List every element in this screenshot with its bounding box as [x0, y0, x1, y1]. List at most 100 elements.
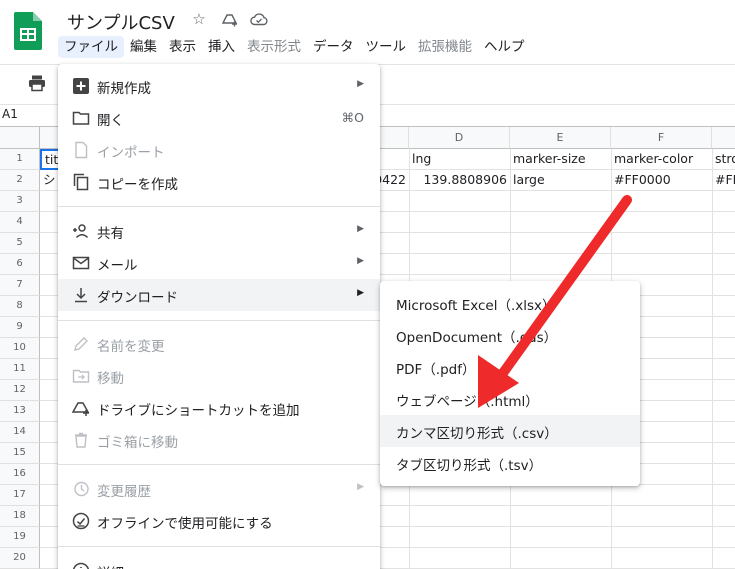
menu-item-open[interactable]: 開く ⌘O: [58, 102, 380, 134]
row-header[interactable]: 18: [0, 506, 40, 527]
menu-item-add-shortcut[interactable]: ドライブにショートカットを追加: [58, 392, 380, 424]
cell-d2[interactable]: 139.8808906: [409, 170, 510, 191]
menu-item-label: オフラインで使用可能にする: [97, 516, 273, 532]
history-icon: [74, 481, 89, 497]
menu-item-move[interactable]: 移動: [58, 360, 380, 392]
download-tsv[interactable]: タブ区切り形式（.tsv）: [380, 447, 640, 479]
row-header[interactable]: 19: [0, 527, 40, 548]
menu-item-offline[interactable]: オフラインで使用可能にする: [58, 505, 380, 537]
row-header[interactable]: 17: [0, 485, 40, 506]
column-header-e[interactable]: E: [510, 127, 611, 149]
drive-shortcut-icon: [72, 402, 90, 416]
document-title[interactable]: サンプルCSV: [67, 9, 175, 35]
menu-tools[interactable]: ツール: [360, 36, 413, 58]
submenu-arrow-icon: ▶: [357, 288, 364, 298]
row-header[interactable]: 1: [0, 149, 40, 170]
menu-item-label: メール: [97, 258, 138, 274]
menu-item-label: 開く: [97, 113, 124, 129]
info-icon: [72, 562, 90, 569]
name-box[interactable]: A1: [2, 107, 18, 121]
row-header[interactable]: 16: [0, 464, 40, 485]
menu-item-rename[interactable]: 名前を変更: [58, 328, 380, 360]
rename-icon: [74, 337, 88, 351]
menu-item-label: 新規作成: [97, 81, 151, 97]
menu-data[interactable]: データ: [307, 36, 360, 58]
download-ods[interactable]: OpenDocument（.ods）: [380, 319, 640, 351]
submenu-arrow-icon: ▶: [357, 256, 364, 266]
move-to-drive-icon[interactable]: [220, 10, 238, 28]
menu-item-download[interactable]: ダウンロード ▶: [58, 279, 380, 311]
cell-d1[interactable]: lng: [409, 149, 510, 170]
download-html[interactable]: ウェブページ（.html）: [380, 383, 640, 415]
offline-icon: [72, 512, 90, 530]
menu-file[interactable]: ファイル: [58, 36, 124, 58]
row-header[interactable]: 12: [0, 380, 40, 401]
row-header[interactable]: 9: [0, 317, 40, 338]
column-header-d[interactable]: D: [409, 127, 510, 149]
row-header[interactable]: 10: [0, 338, 40, 359]
menu-item-label: ダウンロード: [97, 290, 178, 306]
person-add-icon: [73, 224, 89, 239]
menu-bar: ファイル 編集 表示 挿入 表示形式 データ ツール 拡張機能 ヘルプ: [58, 36, 531, 58]
download-csv[interactable]: カンマ区切り形式（.csv）: [380, 415, 640, 447]
row-header[interactable]: 4: [0, 212, 40, 233]
submenu-arrow-icon: ▶: [357, 482, 364, 492]
row-header[interactable]: 11: [0, 359, 40, 380]
submenu-arrow-icon: ▶: [357, 79, 364, 89]
menu-item-label: 共有: [97, 226, 124, 242]
star-icon[interactable]: ☆: [190, 10, 208, 28]
menu-item-label: 移動: [97, 371, 124, 387]
trash-icon: [75, 432, 87, 448]
row-header[interactable]: 20: [0, 548, 40, 569]
menu-item-share[interactable]: 共有 ▶: [58, 215, 380, 247]
row-header[interactable]: 7: [0, 275, 40, 296]
cell-f2[interactable]: #FF0000: [611, 170, 712, 191]
cell-g1[interactable]: stro: [712, 149, 735, 170]
menu-item-label: ドライブにショートカットを追加: [97, 403, 300, 419]
select-all-corner[interactable]: [0, 127, 40, 149]
menu-item-trash[interactable]: ゴミ箱に移動: [58, 424, 380, 456]
submenu-item-label: OpenDocument（.ods）: [396, 330, 558, 346]
print-icon[interactable]: [28, 74, 46, 92]
mail-icon: [72, 256, 90, 270]
menu-item-new[interactable]: 新規作成 ▶: [58, 70, 380, 102]
menu-help[interactable]: ヘルプ: [478, 36, 531, 58]
cloud-status-icon[interactable]: [250, 10, 268, 28]
row-header[interactable]: 5: [0, 233, 40, 254]
cell-f1[interactable]: marker-color: [611, 149, 712, 170]
menu-item-details[interactable]: 詳細: [58, 555, 380, 569]
menu-view[interactable]: 表示: [163, 36, 202, 58]
column-header-g[interactable]: [712, 127, 735, 149]
menu-item-label: インポート: [97, 145, 165, 161]
sheets-logo-icon[interactable]: [14, 12, 42, 50]
cell-g2[interactable]: #FF: [712, 170, 735, 191]
submenu-item-label: カンマ区切り形式（.csv）: [396, 426, 558, 442]
menu-edit[interactable]: 編集: [124, 36, 163, 58]
menu-item-label: ゴミ箱に移動: [97, 435, 178, 451]
row-header[interactable]: 13: [0, 401, 40, 422]
menu-extensions[interactable]: 拡張機能: [412, 36, 478, 58]
row-header[interactable]: 3: [0, 191, 40, 212]
menu-item-version-history[interactable]: 変更履歴 ▶: [58, 473, 380, 505]
column-header-f[interactable]: F: [611, 127, 712, 149]
menu-format[interactable]: 表示形式: [241, 36, 307, 58]
row-header[interactable]: 6: [0, 254, 40, 275]
download-pdf[interactable]: PDF（.pdf）: [380, 351, 640, 383]
submenu-item-label: Microsoft Excel（.xlsx）: [396, 298, 556, 314]
menu-insert[interactable]: 挿入: [202, 36, 241, 58]
menu-item-label: 名前を変更: [97, 339, 165, 355]
submenu-arrow-icon: ▶: [357, 224, 364, 234]
row-header[interactable]: 8: [0, 296, 40, 317]
file-icon: [75, 141, 88, 159]
row-header[interactable]: 15: [0, 443, 40, 464]
row-header[interactable]: 14: [0, 422, 40, 443]
menu-item-make-copy[interactable]: コピーを作成: [58, 166, 380, 198]
download-xlsx[interactable]: Microsoft Excel（.xlsx）: [380, 287, 640, 319]
cell-e1[interactable]: marker-size: [510, 149, 611, 170]
menu-item-label: コピーを作成: [97, 177, 178, 193]
menu-item-email[interactable]: メール ▶: [58, 247, 380, 279]
menu-item-import[interactable]: インポート: [58, 134, 380, 166]
cell-e2[interactable]: large: [510, 170, 611, 191]
row-header[interactable]: 2: [0, 170, 40, 191]
folder-icon: [72, 111, 90, 125]
